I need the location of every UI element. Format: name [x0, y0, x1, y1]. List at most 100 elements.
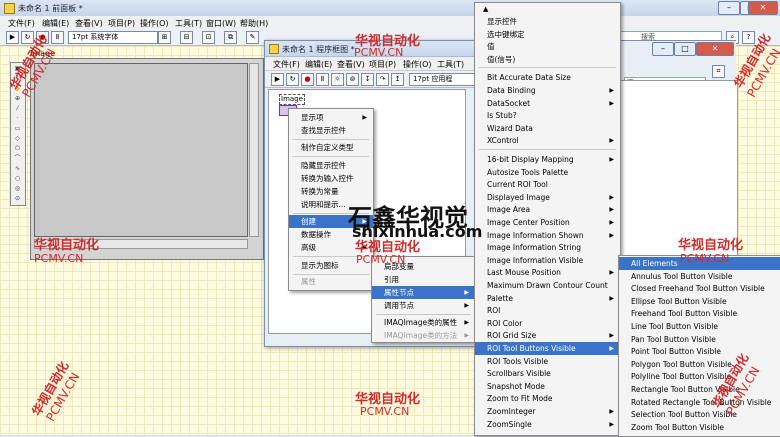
property-item[interactable]: Zoom to Fit Mode	[475, 392, 620, 405]
menu-view[interactable]: 查看(V)	[75, 18, 103, 29]
roi-tool-item[interactable]: Point Tool Button Visible	[619, 345, 780, 358]
property-item[interactable]: ZoomInteger ▶	[475, 405, 620, 418]
menu-item-invoke-node[interactable]: 调用节点 ▶	[372, 299, 475, 312]
property-item[interactable]: Snapshot Mode	[475, 380, 620, 393]
property-item[interactable]: ROI Grid Size ▶	[475, 329, 620, 342]
bd-pause-icon[interactable]: Ⅱ	[316, 73, 329, 86]
property-item[interactable]: Image Area ▶	[475, 203, 620, 216]
menu-tools[interactable]: 工具(T)	[175, 18, 202, 29]
bd-menu-file[interactable]: 文件(F)	[273, 59, 300, 70]
menu-item-imaqimage-properties[interactable]: IMAQImage类的属性 ▶	[372, 316, 475, 329]
polygon-tool-icon[interactable]: ⬠	[13, 145, 22, 153]
menu-file[interactable]: 文件(F)	[8, 18, 35, 29]
property-item[interactable]: 选中键绑定	[475, 28, 620, 41]
bd-run-icon[interactable]: ▶	[271, 73, 284, 86]
property-item[interactable]: Current ROI Tool	[475, 178, 620, 191]
property-item[interactable]: Wizard Data	[475, 122, 620, 135]
vertical-scrollbar[interactable]	[249, 63, 259, 237]
bd-menu-edit[interactable]: 编辑(E)	[305, 59, 332, 70]
property-item[interactable]: XControl ▶	[475, 134, 620, 147]
property-item[interactable]: ROI Color	[475, 317, 620, 330]
bd-step-over-icon[interactable]: ↷	[376, 73, 389, 86]
line-tool-icon[interactable]: ⁄	[13, 105, 22, 113]
roi-tool-item[interactable]: Line Tool Button Visible	[619, 320, 780, 333]
roi-tool-item[interactable]: Closed Freehand Tool Button Visible	[619, 282, 780, 295]
property-item[interactable]: Is Stub?	[475, 109, 620, 122]
run-arrow-icon[interactable]: ▶	[6, 31, 19, 44]
distribute-icon[interactable]: ⊟	[180, 31, 193, 44]
minimize-button[interactable]: –	[718, 1, 740, 15]
ellipse-tool-icon[interactable]: ○	[13, 175, 22, 183]
property-item[interactable]: 值	[475, 40, 620, 53]
menu-item-change-to-control[interactable]: 转换为输入控件	[289, 172, 373, 185]
align-icon[interactable]: ⊞	[158, 31, 171, 44]
property-item[interactable]: ROI Tools Visible	[475, 355, 620, 368]
property-item[interactable]: Image Information Visible	[475, 254, 620, 267]
bd-close-button[interactable]: ✕	[696, 42, 734, 56]
bd-abort-icon[interactable]: ●	[301, 73, 314, 86]
property-item[interactable]: Autosize Tools Palette	[475, 166, 620, 179]
property-item[interactable]: Image Information String	[475, 241, 620, 254]
property-item[interactable]: ROI	[475, 304, 620, 317]
roi-tool-item[interactable]: Annulus Tool Button Visible	[619, 270, 780, 283]
property-item[interactable]: Displayed Image ▶	[475, 191, 620, 204]
bd-maximize-button[interactable]: □	[674, 42, 696, 56]
menu-item-hide-indicator[interactable]: 隐藏显示控件	[289, 159, 373, 172]
freehand-tool-icon[interactable]: ∿	[13, 165, 22, 173]
bd-menu-operate[interactable]: 操作(O)	[403, 59, 432, 70]
roi-tool-item[interactable]: Freehand Tool Button Visible	[619, 307, 780, 320]
menu-item-reference[interactable]: 引用	[372, 273, 475, 286]
roi-tool-item[interactable]: Zoom Tool Button Visible	[619, 421, 780, 434]
property-item[interactable]: 值(信号)	[475, 53, 620, 66]
roi-tool-item[interactable]: Selection Tool Button Visible	[619, 408, 780, 421]
closed-freehand-tool-icon[interactable]: ⊙	[13, 195, 22, 203]
font-selector[interactable]: 17pt 系统字体	[68, 31, 158, 44]
bd-step-icon[interactable]: ↧	[361, 73, 374, 86]
reorder-icon[interactable]: ⧉	[224, 31, 237, 44]
menu-item-property-node[interactable]: 属性节点 ▶	[372, 286, 475, 299]
property-item[interactable]: Scrollbars Visible	[475, 367, 620, 380]
bd-font-selector[interactable]: 17pt 应用程	[409, 73, 477, 86]
close-button[interactable]: ✕	[748, 1, 778, 15]
menu-item-display-items[interactable]: 显示项 ▶	[289, 111, 373, 124]
menu-item-find-indicator[interactable]: 查找显示控件	[289, 124, 373, 137]
cleanup-icon[interactable]: ✎	[246, 31, 259, 44]
bd-retain-icon[interactable]: ⊚	[346, 73, 359, 86]
bd-step-out-icon[interactable]: ↥	[391, 73, 404, 86]
image-area[interactable]	[34, 63, 248, 237]
property-item[interactable]: Maximum Drawn Contour Count	[475, 279, 620, 292]
roi-tool-item[interactable]: Rotated Rectangle Tool Button Visible	[619, 396, 780, 409]
menu-item-make-typedef[interactable]: 制作自定义类型	[289, 141, 373, 154]
property-item[interactable]: DataSocket ▶	[475, 97, 620, 110]
bd-minimize-button[interactable]: –	[652, 42, 674, 56]
bd-run-continuous-icon[interactable]: ↻	[286, 73, 299, 86]
image-display[interactable]	[30, 58, 264, 260]
roi-tool-item[interactable]: Pan Tool Button Visible	[619, 333, 780, 346]
property-item[interactable]: Palette ▶	[475, 292, 620, 305]
menu-project[interactable]: 项目(P)	[108, 18, 135, 29]
property-item[interactable]: 16-bit Display Mapping ▶	[475, 153, 620, 166]
property-item[interactable]: ZoomSingle ▶	[475, 418, 620, 431]
property-item[interactable]: Bit Accurate Data Size	[475, 71, 620, 84]
annulus-tool-icon[interactable]: ◎	[13, 185, 22, 193]
rotated-rect-tool-icon[interactable]: ◇	[13, 135, 22, 143]
polyline-tool-icon[interactable]: ⌒	[13, 155, 22, 163]
roi-tool-item[interactable]: Ellipse Tool Button Visible	[619, 295, 780, 308]
bd-highlight-icon[interactable]: ☼	[331, 73, 344, 86]
menu-help[interactable]: 帮助(H)	[240, 18, 268, 29]
property-item[interactable]: ROI Tool Buttons Visible ▶	[475, 342, 620, 355]
menu-window[interactable]: 窗口(W)	[206, 18, 236, 29]
roi-tool-item[interactable]: Rectangle Tool Button Visible	[619, 383, 780, 396]
menu-item-change-to-constant[interactable]: 转换为常量	[289, 185, 373, 198]
scroll-up-arrow-icon[interactable]: ▲	[483, 5, 488, 13]
zoom-tool-icon[interactable]: ⊕	[13, 95, 22, 103]
bd-menu-tools[interactable]: 工具(T)	[437, 59, 464, 70]
property-item[interactable]: Last Mouse Position ▶	[475, 266, 620, 279]
pause-icon[interactable]: Ⅱ	[51, 31, 64, 44]
bd-menu-project[interactable]: 项目(P)	[369, 59, 396, 70]
property-item[interactable]: 显示控件	[475, 15, 620, 28]
bd-menu-view[interactable]: 查看(V)	[337, 59, 365, 70]
resize-icon[interactable]: ⊡	[202, 31, 215, 44]
menu-edit[interactable]: 编辑(E)	[42, 18, 69, 29]
menu-operate[interactable]: 操作(O)	[140, 18, 169, 29]
